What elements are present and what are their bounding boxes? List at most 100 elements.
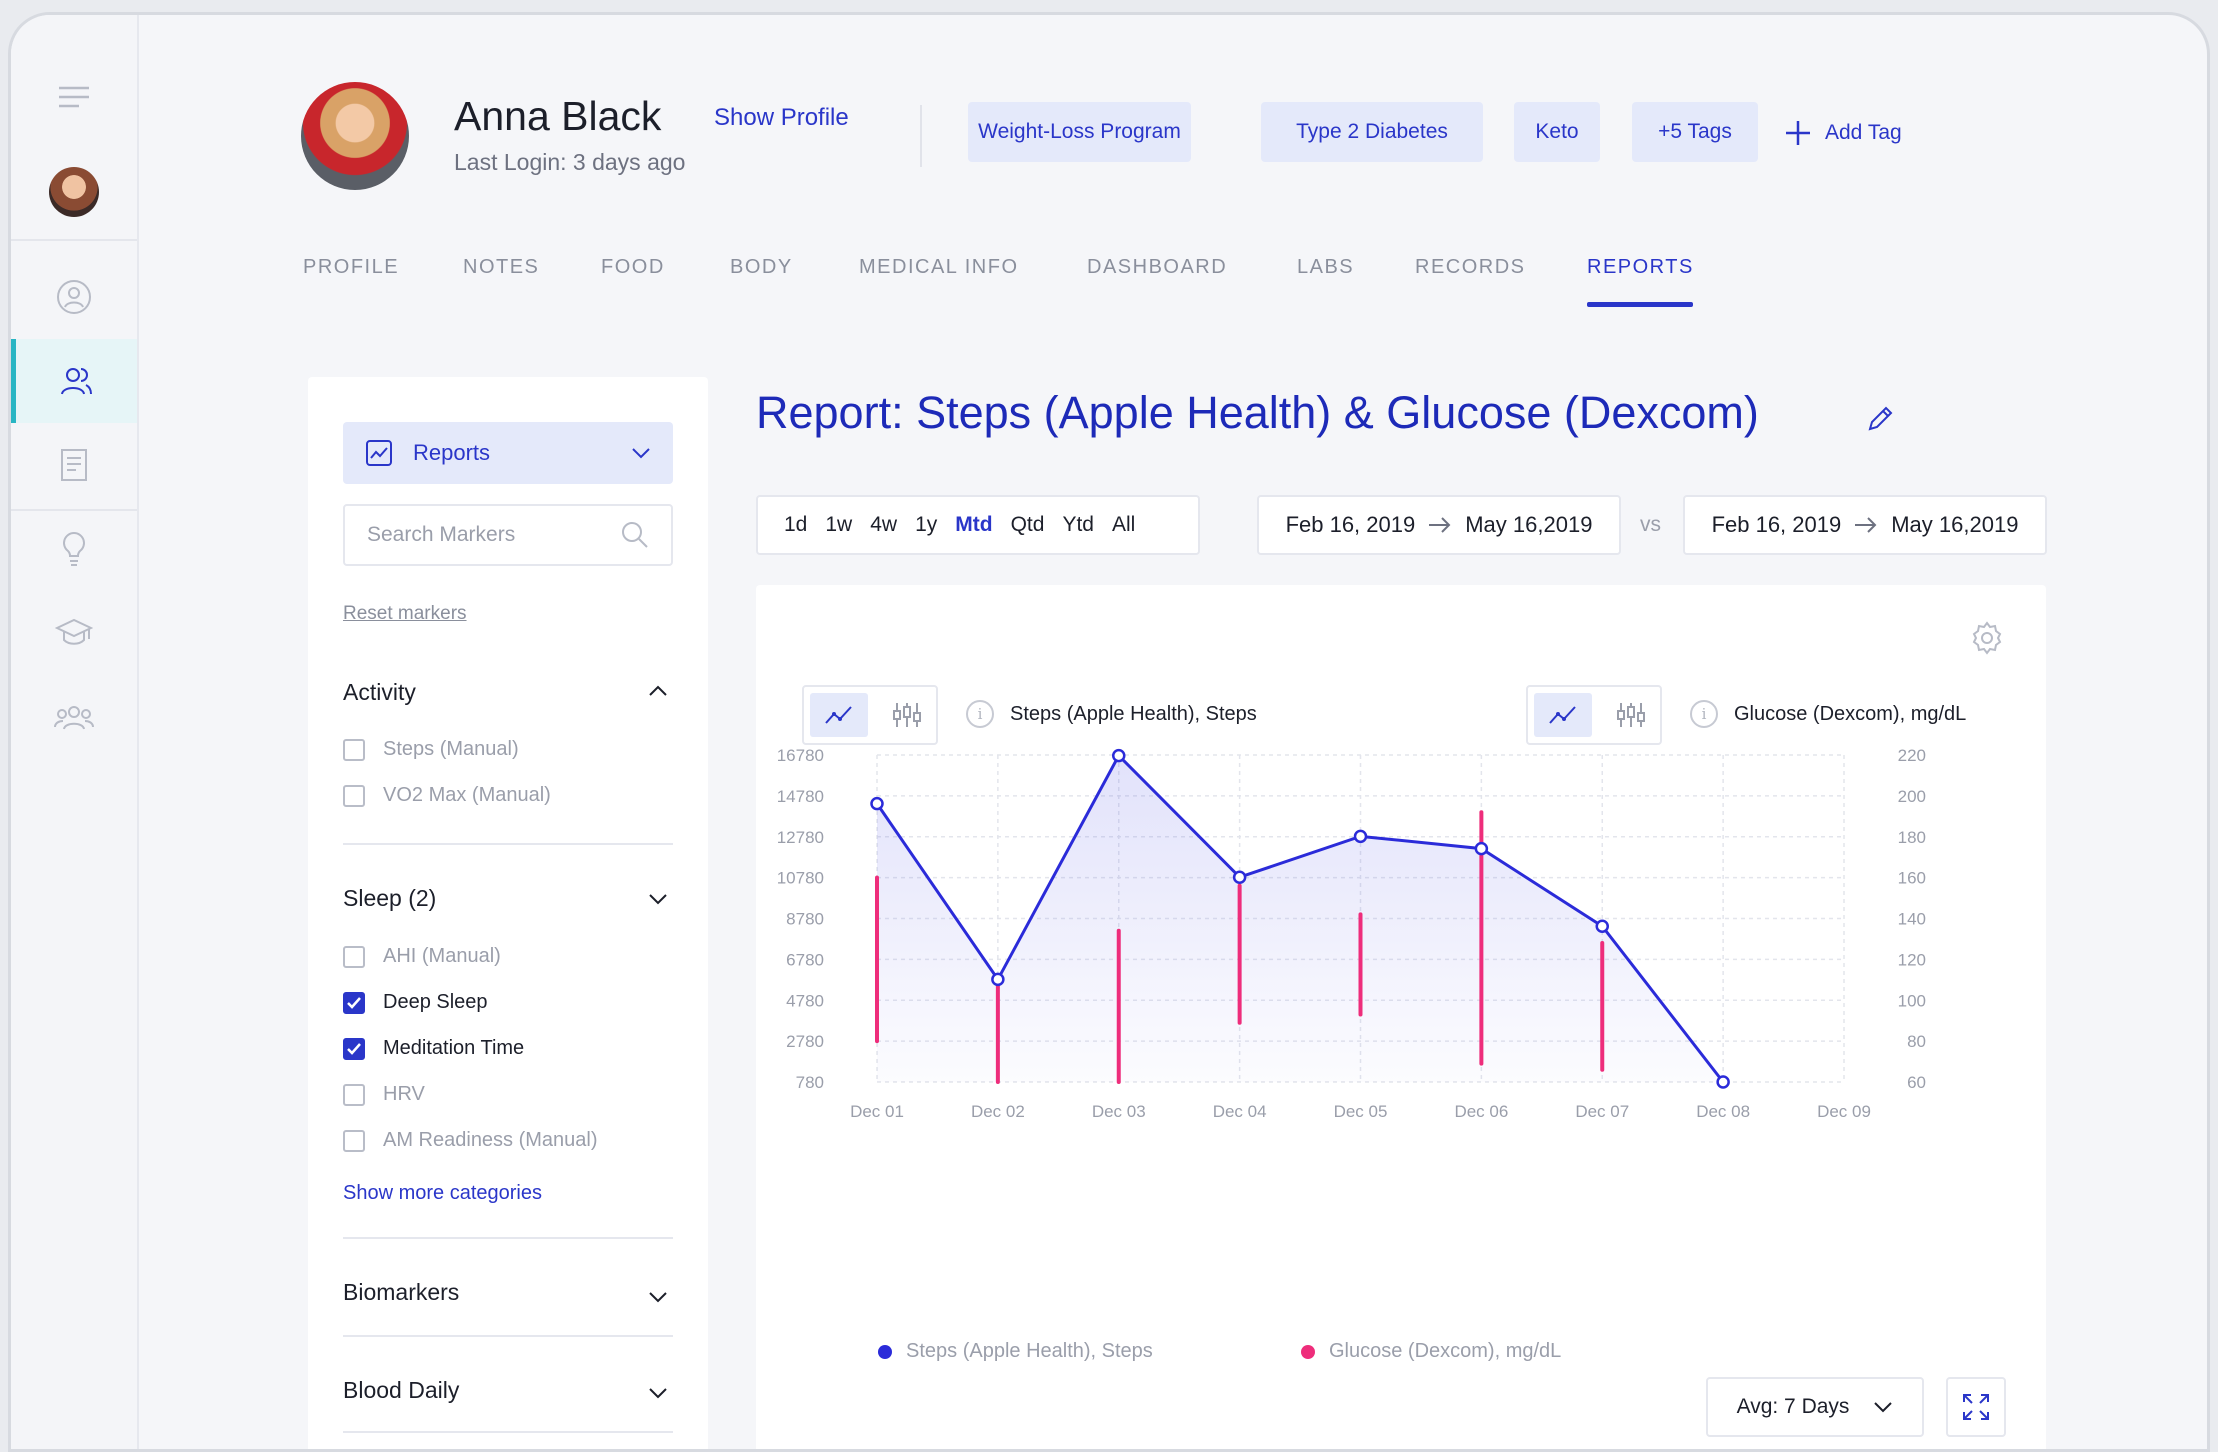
reports-dropdown[interactable]: Reports [343, 422, 673, 484]
expand-icon [1963, 1394, 1989, 1420]
document-icon[interactable] [11, 423, 137, 507]
pencil-icon[interactable] [1866, 403, 1896, 433]
checkbox[interactable] [343, 945, 365, 968]
marker-panel: Reports Search Markers Reset markers Act… [308, 377, 708, 1449]
marker-ahi-manual[interactable]: AHI (Manual) [343, 945, 501, 968]
tab-dashboard[interactable]: DASHBOARD [1087, 256, 1227, 279]
checkbox[interactable] [343, 738, 365, 761]
checkbox-checked[interactable] [343, 991, 365, 1014]
legend-dot [878, 1344, 892, 1359]
date-from: Feb 16, 2019 [1711, 512, 1842, 537]
tag-type2-diabetes[interactable]: Type 2 Diabetes [1261, 102, 1483, 162]
candlestick-option[interactable] [1602, 693, 1660, 737]
search-icon [622, 522, 648, 548]
range-4w[interactable]: 4w [870, 513, 897, 537]
range-1w[interactable]: 1w [825, 513, 852, 537]
line-chart-icon [1549, 706, 1576, 724]
range-1y[interactable]: 1y [915, 513, 937, 537]
section-sleep-title[interactable]: Sleep (2) [343, 885, 436, 912]
client-avatar [301, 82, 409, 190]
tab-notes[interactable]: NOTES [463, 256, 539, 279]
search-markers-input[interactable]: Search Markers [343, 504, 673, 566]
time-range-selector: 1d 1w 4w 1y Mtd Qtd Ytd All [756, 495, 1200, 555]
chevron-down-icon[interactable] [648, 1287, 668, 1307]
tab-body[interactable]: BODY [730, 256, 793, 279]
active-tab-indicator [1587, 302, 1693, 307]
info-icon[interactable]: i [966, 700, 994, 728]
team-icon[interactable] [11, 675, 137, 759]
steps-point [1353, 829, 1368, 844]
range-ytd[interactable]: Ytd [1062, 513, 1094, 537]
graduation-cap-icon[interactable] [11, 591, 137, 675]
menu-icon[interactable] [11, 55, 137, 139]
y-left-tick-label: 12780 [777, 828, 824, 847]
checkbox-checked[interactable] [343, 1037, 365, 1060]
reset-markers-link[interactable]: Reset markers [343, 603, 467, 625]
tab-food[interactable]: FOOD [601, 256, 665, 279]
lightbulb-icon[interactable] [11, 507, 137, 591]
range-qtd[interactable]: Qtd [1011, 513, 1045, 537]
checkbox[interactable] [343, 1083, 365, 1106]
line-chart-option[interactable] [1534, 693, 1592, 737]
average-dropdown[interactable]: Avg: 7 Days [1706, 1377, 1924, 1437]
marker-meditation-time[interactable]: Meditation Time [343, 1037, 524, 1060]
marker-label: Meditation Time [383, 1037, 525, 1059]
clients-icon[interactable] [11, 339, 137, 423]
vs-label: vs [1640, 513, 1661, 536]
section-blood-daily-title[interactable]: Blood Daily [343, 1377, 459, 1404]
right-series-chart-toggle [1526, 685, 1662, 745]
report-title: Report: Steps (Apple Health) & Glucose (… [756, 387, 1759, 438]
add-tag-button[interactable]: Add Tag [1785, 120, 1902, 146]
tag-more[interactable]: +5 Tags [1632, 102, 1758, 162]
marker-hrv[interactable]: HRV [343, 1083, 425, 1106]
range-mtd[interactable]: Mtd [955, 513, 992, 537]
tab-reports[interactable]: REPORTS [1587, 256, 1694, 279]
chevron-down-icon[interactable] [648, 889, 668, 909]
user-icon[interactable] [11, 255, 137, 339]
candlestick-option[interactable] [878, 693, 936, 737]
expand-button[interactable] [1946, 1377, 2006, 1437]
marker-label: Steps (Manual) [383, 738, 519, 760]
range-1d[interactable]: 1d [784, 513, 807, 537]
app-window: Anna Black Last Login: 3 days ago Show P… [8, 12, 2210, 1452]
range-all[interactable]: All [1112, 513, 1135, 537]
tab-medical-info[interactable]: MEDICAL INFO [859, 256, 1019, 279]
tag-keto[interactable]: Keto [1514, 102, 1600, 162]
candlestick-icon [893, 703, 921, 727]
info-icon[interactable]: i [1690, 700, 1718, 728]
checkbox[interactable] [343, 784, 365, 807]
tag-weight-loss[interactable]: Weight-Loss Program [968, 102, 1191, 162]
show-more-categories-link[interactable]: Show more categories [343, 1182, 542, 1205]
gear-icon[interactable] [1969, 620, 2005, 656]
y-left-tick-label: 4780 [786, 991, 824, 1010]
x-tick-label: Dec 06 [1454, 1102, 1508, 1121]
rail-avatar[interactable] [49, 167, 99, 217]
arrow-right-icon [1855, 517, 1877, 533]
legend-steps[interactable]: Steps (Apple Health), Steps [878, 1340, 1153, 1363]
y-left-tick-label: 6780 [786, 950, 824, 969]
tab-records[interactable]: RECORDS [1415, 256, 1526, 279]
show-profile-link[interactable]: Show Profile [714, 104, 849, 132]
date-range-primary[interactable]: Feb 16, 2019 May 16,2019 [1257, 495, 1621, 555]
marker-am-readiness-manual[interactable]: AM Readiness (Manual) [343, 1129, 598, 1152]
chevron-up-icon[interactable] [648, 681, 668, 701]
tab-profile[interactable]: PROFILE [303, 256, 399, 279]
marker-deep-sleep[interactable]: Deep Sleep [343, 991, 488, 1014]
y-left-tick-label: 780 [796, 1073, 824, 1092]
checkbox[interactable] [343, 1129, 365, 1152]
section-biomarkers-title[interactable]: Biomarkers [343, 1279, 459, 1306]
chevron-down-icon[interactable] [648, 1383, 668, 1403]
marker-vo2max-manual[interactable]: VO2 Max (Manual) [343, 784, 551, 807]
header-divider [920, 105, 922, 167]
marker-label: AHI (Manual) [383, 945, 501, 967]
marker-steps-manual[interactable]: Steps (Manual) [343, 738, 519, 761]
steps-point [1112, 748, 1126, 763]
section-activity-title[interactable]: Activity [343, 679, 416, 706]
x-tick-label: Dec 01 [850, 1102, 904, 1121]
date-range-compare[interactable]: Feb 16, 2019 May 16,2019 [1683, 495, 2047, 555]
legend-glucose[interactable]: Glucose (Dexcom), mg/dL [1301, 1340, 1561, 1363]
left-series-text: Steps (Apple Health), Steps [1010, 702, 1257, 725]
section-divider [343, 1335, 673, 1337]
line-chart-option[interactable] [810, 693, 868, 737]
tab-labs[interactable]: LABS [1297, 256, 1354, 279]
